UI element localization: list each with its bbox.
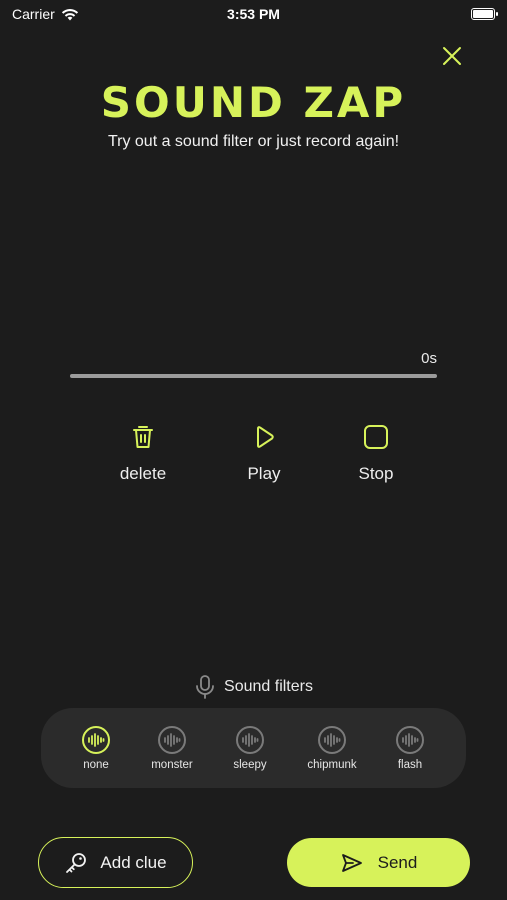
filter-label: flash xyxy=(397,759,423,771)
filter-sleepy[interactable]: sleepy xyxy=(210,726,290,771)
playback-controls: delete Play Stop xyxy=(0,424,507,494)
filter-label: none xyxy=(83,759,109,771)
filters-panel: none monster sleepy chipmunk flash xyxy=(41,708,466,788)
close-button[interactable] xyxy=(440,44,464,68)
trash-icon xyxy=(133,426,153,448)
waveform-icon xyxy=(318,726,346,754)
send-label: Send xyxy=(377,852,418,872)
waveform-icon xyxy=(158,726,186,754)
add-clue-button[interactable]: Add clue xyxy=(38,837,193,888)
play-button[interactable]: Play xyxy=(214,424,314,484)
waveform-icon xyxy=(236,726,264,754)
send-icon xyxy=(341,853,362,872)
status-time: 3:53 PM xyxy=(227,6,280,22)
filter-flash[interactable]: flash xyxy=(370,726,450,771)
microphone-icon xyxy=(196,675,214,699)
delete-button[interactable]: delete xyxy=(93,424,193,484)
filters-header: Sound filters xyxy=(0,674,507,700)
stop-button[interactable]: Stop xyxy=(326,424,426,484)
filter-monster[interactable]: monster xyxy=(132,726,212,771)
play-label: Play xyxy=(247,464,281,483)
filter-none[interactable]: none xyxy=(56,726,136,771)
duration-label: 0s xyxy=(421,350,437,367)
filter-chipmunk[interactable]: chipmunk xyxy=(292,726,372,771)
add-clue-label: Add clue xyxy=(100,852,167,872)
stop-icon xyxy=(364,425,388,449)
stop-label: Stop xyxy=(358,464,394,483)
play-icon xyxy=(257,426,274,448)
progress-bar[interactable] xyxy=(70,374,437,378)
waveform-icon xyxy=(82,726,110,754)
waveform-icon xyxy=(396,726,424,754)
page-subtitle: Try out a sound filter or just record ag… xyxy=(107,133,400,150)
filter-label: monster xyxy=(151,759,193,771)
filter-label: sleepy xyxy=(233,759,267,771)
close-icon xyxy=(443,47,461,65)
delete-label: delete xyxy=(119,464,167,483)
page-title: SOUND ZAP xyxy=(100,78,407,127)
key-icon xyxy=(66,852,87,873)
filter-label: chipmunk xyxy=(307,759,357,771)
send-button[interactable]: Send xyxy=(287,838,470,887)
filters-header-label: Sound filters xyxy=(224,678,313,695)
